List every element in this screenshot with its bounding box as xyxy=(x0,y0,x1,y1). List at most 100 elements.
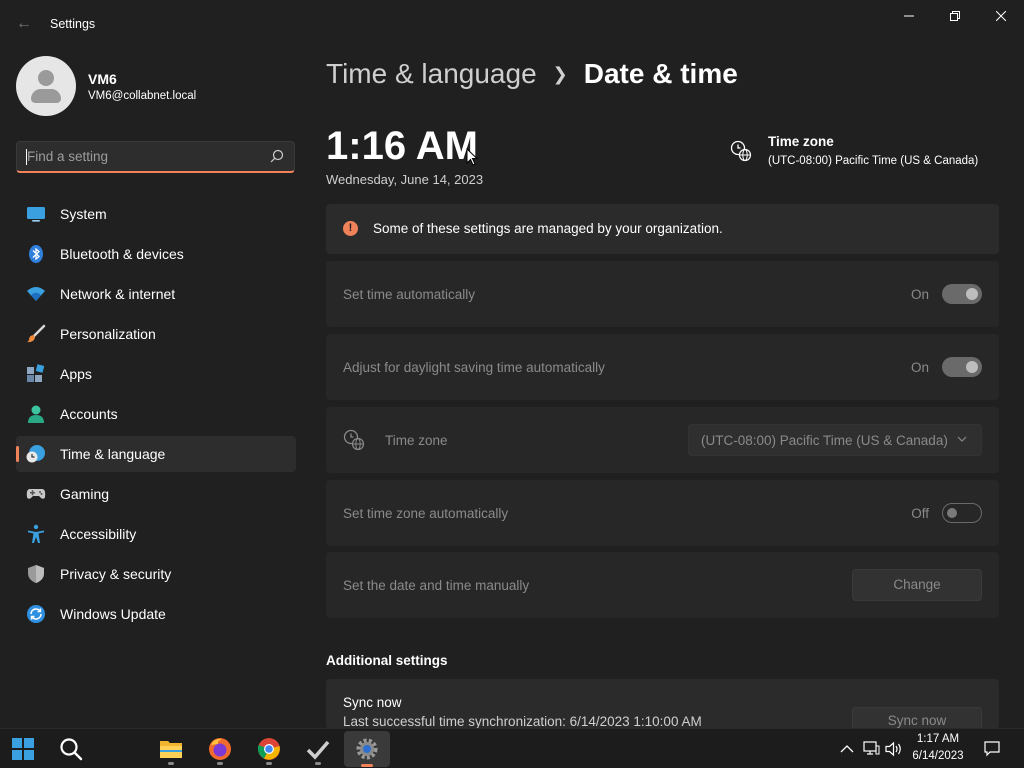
sidebar-nav: System Bluetooth & devices Network & int… xyxy=(16,196,296,636)
file-explorer-button[interactable] xyxy=(155,733,187,765)
shield-icon xyxy=(28,565,44,583)
firefox-button[interactable] xyxy=(204,733,236,765)
search-input[interactable]: Find a setting xyxy=(16,141,295,173)
network-tray-button[interactable] xyxy=(861,739,881,759)
wifi-icon xyxy=(27,287,45,301)
page-title: Date & time xyxy=(583,58,738,89)
current-time: 1:16 AM xyxy=(326,124,478,168)
search-taskbar-button[interactable] xyxy=(55,733,87,765)
volume-tray-button[interactable] xyxy=(884,739,904,759)
sidebar-item-label: Personalization xyxy=(60,326,156,342)
app-title: Settings xyxy=(50,17,96,31)
manual-label: Set the date and time manually xyxy=(343,578,530,593)
current-date: Wednesday, June 14, 2023 xyxy=(326,172,484,187)
restore-button[interactable] xyxy=(932,0,978,32)
search-placeholder: Find a setting xyxy=(27,149,109,164)
sidebar-item-label: Privacy & security xyxy=(60,566,172,582)
start-button[interactable] xyxy=(7,733,39,765)
tasks-app-button[interactable] xyxy=(302,733,334,765)
update-icon xyxy=(27,605,45,623)
clock-globe-icon xyxy=(26,445,45,463)
sidebar-item-system[interactable]: System xyxy=(16,196,296,232)
firefox-icon xyxy=(209,738,231,760)
minimize-button[interactable] xyxy=(886,0,932,32)
bluetooth-icon xyxy=(29,245,43,263)
change-button[interactable]: Change xyxy=(852,569,982,601)
sidebar-item-label: Network & internet xyxy=(60,286,176,302)
notifications-button[interactable] xyxy=(982,739,1002,759)
checkmark-icon xyxy=(306,740,330,760)
sync-subtitle: Last successful time synchronization: 6/… xyxy=(343,714,702,729)
sidebar-item-apps[interactable]: Apps xyxy=(16,356,296,392)
avatar xyxy=(16,56,76,116)
chrome-icon xyxy=(257,738,280,760)
close-button[interactable] xyxy=(978,0,1024,32)
sidebar-item-accounts[interactable]: Accounts xyxy=(16,396,296,432)
gamepad-icon xyxy=(26,489,46,499)
sidebar-item-privacy[interactable]: Privacy & security xyxy=(16,556,296,592)
set-time-automatically-row: Set time automatically On xyxy=(326,261,999,327)
daylight-saving-row: Adjust for daylight saving time automati… xyxy=(326,334,999,400)
breadcrumb-parent[interactable]: Time & language xyxy=(326,58,537,90)
managed-by-org-notice: ! Some of these settings are managed by … xyxy=(326,204,999,254)
sidebar-item-time-language[interactable]: Time & language xyxy=(16,436,296,472)
chrome-button[interactable] xyxy=(253,733,285,765)
breadcrumb: Time & language ❯ Date & time xyxy=(326,58,738,90)
timezone-summary-title: Time zone xyxy=(768,134,834,149)
set-time-auto-toggle[interactable] xyxy=(942,284,982,304)
sidebar-item-label: Gaming xyxy=(60,486,110,502)
profile-email: VM6@collabnet.local xyxy=(88,89,197,102)
search-icon[interactable] xyxy=(270,149,284,163)
sidebar-item-personalization[interactable]: Personalization xyxy=(16,316,296,352)
daylight-saving-label: Adjust for daylight saving time automati… xyxy=(343,360,605,375)
gear-icon xyxy=(356,738,378,760)
sync-title: Sync now xyxy=(343,695,402,710)
speaker-icon xyxy=(885,741,901,757)
profile-name: VM6 xyxy=(88,70,117,87)
person-icon xyxy=(28,405,44,423)
system-icon xyxy=(27,207,45,222)
settings-taskbar-button[interactable] xyxy=(344,731,390,767)
back-arrow-icon[interactable]: ← xyxy=(12,12,36,36)
set-time-auto-label: Set time automatically xyxy=(343,287,476,302)
sidebar-item-windows-update[interactable]: Windows Update xyxy=(16,596,296,632)
set-tz-auto-state: Off xyxy=(911,506,929,521)
set-tz-auto-toggle[interactable] xyxy=(942,503,982,523)
chevron-right-icon: ❯ xyxy=(552,63,568,84)
set-time-auto-state: On xyxy=(910,287,929,302)
sidebar-item-gaming[interactable]: Gaming xyxy=(16,476,296,512)
sidebar-item-label: Time & language xyxy=(60,446,166,462)
timezone-summary-value: (UTC-08:00) Pacific Time (US & Canada) xyxy=(768,155,979,167)
sidebar-item-label: Accessibility xyxy=(60,526,137,542)
time-zone-dropdown[interactable]: (UTC-08:00) Pacific Time (US & Canada) xyxy=(688,424,982,456)
daylight-saving-state: On xyxy=(910,360,929,375)
accessibility-icon xyxy=(28,524,44,543)
time-zone-row: Time zone (UTC-08:00) Pacific Time (US &… xyxy=(326,407,999,473)
info-icon: ! xyxy=(343,221,358,236)
windows-logo-icon xyxy=(12,738,34,760)
sidebar-item-label: Apps xyxy=(60,366,92,382)
chevron-down-icon xyxy=(957,436,967,442)
sidebar-item-accessibility[interactable]: Accessibility xyxy=(16,516,296,552)
sidebar-item-label: Accounts xyxy=(60,406,118,422)
globe-clock-icon xyxy=(343,429,365,451)
notice-text: Some of these settings are managed by yo… xyxy=(373,221,723,236)
mouse-cursor-icon xyxy=(466,148,478,166)
sidebar-item-label: Windows Update xyxy=(60,606,166,622)
notification-icon xyxy=(984,741,1000,757)
user-profile[interactable]: VM6 VM6@collabnet.local xyxy=(16,56,196,116)
sidebar-item-label: Bluetooth & devices xyxy=(60,246,184,262)
globe-clock-icon xyxy=(730,140,752,162)
daylight-saving-toggle[interactable] xyxy=(942,357,982,377)
show-hidden-icons-button[interactable] xyxy=(837,739,857,759)
taskbar: 1:17 AM 6/14/2023 xyxy=(0,728,1024,768)
network-icon xyxy=(863,741,880,755)
chevron-up-icon xyxy=(840,745,854,753)
sync-now-button[interactable]: Sync now xyxy=(852,707,982,729)
apps-icon xyxy=(27,364,45,382)
sidebar-item-bluetooth[interactable]: Bluetooth & devices xyxy=(16,236,296,272)
additional-settings-heading: Additional settings xyxy=(326,653,448,668)
taskbar-time: 1:17 AM xyxy=(916,733,960,745)
sidebar-item-network[interactable]: Network & internet xyxy=(16,276,296,312)
time-zone-selected: (UTC-08:00) Pacific Time (US & Canada) xyxy=(701,433,948,448)
